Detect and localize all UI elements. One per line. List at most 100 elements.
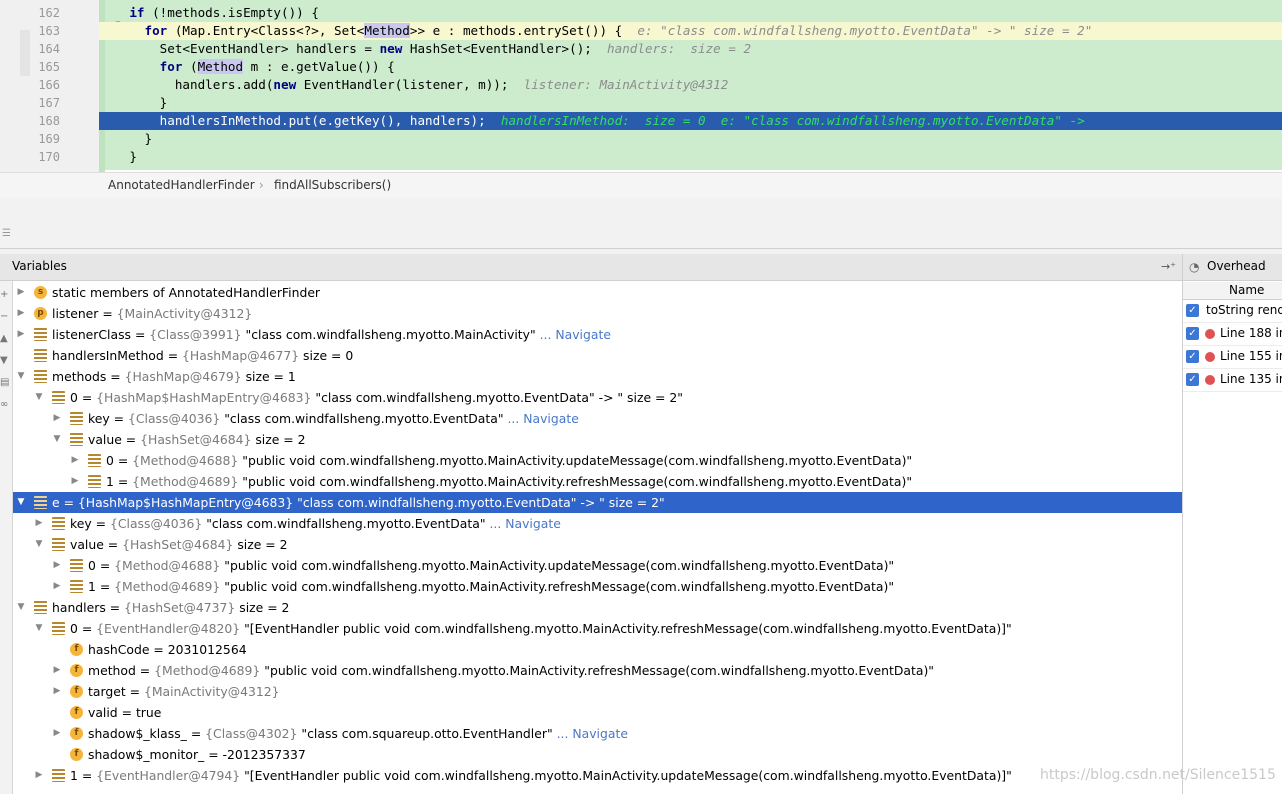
expand-arrow-icon[interactable]: ▶ <box>51 660 63 681</box>
line-number: 167 <box>38 96 60 110</box>
expand-arrow-icon[interactable]: ▶ <box>51 576 63 597</box>
variable-row[interactable]: ▼ handlers = {HashSet@4737} size = 2 <box>13 597 1182 618</box>
variable-row[interactable]: ▼ value = {HashSet@4684} size = 2 <box>13 534 1182 555</box>
expand-arrow-icon[interactable]: ▶ <box>51 681 63 702</box>
move-down-icon[interactable]: ▼ <box>0 355 8 366</box>
field-icon: f <box>70 685 83 698</box>
collapse-arrow-icon[interactable]: ▼ <box>33 618 45 639</box>
overhead-header: ◔ Overhead <box>1183 254 1282 281</box>
variable-row[interactable]: f valid = true <box>13 702 1182 723</box>
collapse-arrow-icon[interactable]: ▼ <box>51 429 63 450</box>
code-line-162[interactable]: if (!methods.isEmpty()) { <box>99 4 319 22</box>
copy-icon[interactable]: ▤ <box>0 377 9 388</box>
variable-row[interactable]: ▶ f target = {MainActivity@4312} <box>13 681 1182 702</box>
variable-value: size = 1 <box>245 369 296 384</box>
variable-row[interactable]: ▶ 0 = {Method@4688} "public void com.wind… <box>13 450 1182 471</box>
variable-value: "public void com.windfallsheng.myotto.Ma… <box>264 663 934 678</box>
add-watch-icon[interactable]: + <box>0 289 8 300</box>
variable-value: "class com.windfallsheng.myotto.EventDat… <box>206 516 486 531</box>
variables-tree[interactable]: ▶ s static members of AnnotatedHandlerFind… <box>13 281 1182 794</box>
code-editor[interactable]: 162 163 164 165 166 167 168 169 170 if (… <box>0 0 1282 172</box>
overhead-row[interactable]: ✓ toString rend <box>1183 300 1282 323</box>
overhead-row[interactable]: ✓ Line 155 in <box>1183 346 1282 369</box>
variable-row[interactable]: ▶ f shadow$_klass_ = {Class@4302} "class c… <box>13 723 1182 744</box>
checkbox-checked[interactable]: ✓ <box>1186 373 1199 386</box>
checkbox-checked[interactable]: ✓ <box>1186 304 1199 317</box>
code-area[interactable]: if (!methods.isEmpty()) { for (Map.Entry… <box>99 0 1282 172</box>
remove-watch-icon[interactable]: − <box>0 311 8 322</box>
breadcrumb-method[interactable]: findAllSubscribers() <box>274 178 391 192</box>
variable-row[interactable]: ▶ 1 = {Method@4689} "public void com.wind… <box>13 471 1182 492</box>
collapse-arrow-icon[interactable]: ▼ <box>33 534 45 555</box>
variable-row[interactable]: handlersInMethod = {HashMap@4677} size =… <box>13 345 1182 366</box>
variable-name: shadow$_klass_ <box>88 726 187 741</box>
expand-arrow-icon[interactable]: ▶ <box>51 555 63 576</box>
variable-name: value <box>70 537 104 552</box>
expand-arrow-icon[interactable]: ▶ <box>15 303 27 324</box>
collapse-arrow-icon[interactable]: ▼ <box>15 366 27 387</box>
expand-arrow-icon[interactable]: ▶ <box>15 282 27 303</box>
navigate-link[interactable]: ... Navigate <box>540 327 611 342</box>
navigate-link[interactable]: ... Navigate <box>507 411 578 426</box>
expand-arrow-icon[interactable]: ▶ <box>51 408 63 429</box>
expand-arrow-icon[interactable]: ▶ <box>51 723 63 744</box>
expand-arrow-icon[interactable]: ▶ <box>15 324 27 345</box>
collapse-arrow-icon[interactable]: ▼ <box>15 492 27 513</box>
variable-value: "public void com.windfallsheng.myotto.Ma… <box>242 453 913 468</box>
overhead-row[interactable]: ✓ Line 135 in <box>1183 369 1282 392</box>
watermark: https://blog.csdn.net/Silence1515 <box>1040 767 1276 783</box>
code-line-163[interactable]: for (Map.Entry<Class<?>, Set<Method>> e … <box>99 22 1282 40</box>
variable-row[interactable]: ▼ methods = {HashMap@4679} size = 1 <box>13 366 1182 387</box>
navigate-link[interactable]: ... Navigate <box>489 516 560 531</box>
variable-row-selected[interactable]: ▼ e = {HashMap$HashMapEntry@4683} "class … <box>13 492 1182 513</box>
variable-type: {Method@4689} <box>132 474 239 489</box>
code-line-164[interactable]: Set<EventHandler> handlers = new HashSet… <box>99 40 751 58</box>
variable-row[interactable]: ▶ 0 = {Method@4688} "public void com.wind… <box>13 555 1182 576</box>
name-column-header[interactable]: Name <box>1183 282 1282 300</box>
variable-row[interactable]: ▶ 1 = {EventHandler@4794} "[EventHandler … <box>13 765 1182 786</box>
variable-row[interactable]: ▶ p listener = {MainActivity@4312} <box>13 303 1182 324</box>
variable-row[interactable]: ▼ 0 = {EventHandler@4820} "[EventHandler … <box>13 618 1182 639</box>
variable-value: -2012357337 <box>222 747 306 762</box>
expand-arrow-icon[interactable]: ▶ <box>69 450 81 471</box>
variable-row[interactable]: ▶ s static members of AnnotatedHandlerFind… <box>13 282 1182 303</box>
expand-arrow-icon[interactable]: ▶ <box>33 765 45 786</box>
variable-row[interactable]: ▼ value = {HashSet@4684} size = 2 <box>13 429 1182 450</box>
variable-row[interactable]: ▶ f method = {Method@4689} "public void co… <box>13 660 1182 681</box>
variable-row[interactable]: ▶ key = {Class@4036} "class com.windfalls… <box>13 513 1182 534</box>
expand-arrow-icon[interactable]: ▶ <box>69 471 81 492</box>
variable-row[interactable]: f hashCode = 2031012564 <box>13 639 1182 660</box>
checkbox-checked[interactable]: ✓ <box>1186 350 1199 363</box>
drag-grip-icon[interactable]: ☰ <box>2 228 11 239</box>
navigate-link[interactable]: ... Navigate <box>557 726 628 741</box>
variable-type: {HashMap$HashMapEntry@4683} <box>96 390 312 405</box>
variable-name: key <box>88 411 110 426</box>
variable-row[interactable]: ▶ key = {Class@4036} "class com.windfalls… <box>13 408 1182 429</box>
variable-text: shadow$_klass_ = {Class@4302} "class com… <box>88 726 628 741</box>
variable-type: {HashSet@4684} <box>140 432 252 447</box>
move-up-icon[interactable]: ▲ <box>0 333 8 344</box>
overhead-row[interactable]: ✓ Line 188 in <box>1183 323 1282 346</box>
collapse-arrow-icon[interactable]: ▼ <box>15 597 27 618</box>
variable-row[interactable]: f shadow$_monitor_ = -2012357337 <box>13 744 1182 765</box>
overhead-row-label: Line 135 in <box>1220 372 1282 386</box>
variable-name: hashCode <box>88 642 150 657</box>
variable-row[interactable]: ▶ 1 = {Method@4689} "public void com.wind… <box>13 576 1182 597</box>
variable-name: valid <box>88 705 118 720</box>
variable-row[interactable]: ▶ listenerClass = {Class@3991} "class com… <box>13 324 1182 345</box>
checkbox-checked[interactable]: ✓ <box>1186 327 1199 340</box>
variable-text: 1 = {Method@4689} "public void com.windf… <box>88 579 895 594</box>
code-line-169[interactable]: } <box>99 130 153 148</box>
glasses-icon[interactable]: ∞ <box>0 399 8 410</box>
editor-gutter[interactable]: 162 163 164 165 166 167 168 169 170 <box>0 0 100 172</box>
code-line-165[interactable]: for (Method m : e.getValue()) { <box>99 58 395 76</box>
code-line-170[interactable]: } <box>99 148 137 166</box>
pin-icon[interactable]: →⁺ <box>1161 260 1176 273</box>
variable-row[interactable]: ▼ 0 = {HashMap$HashMapEntry@4683} "class … <box>13 387 1182 408</box>
code-line-168-execution-point[interactable]: handlersInMethod.put(e.getKey(), handler… <box>99 112 1282 130</box>
code-line-166[interactable]: handlers.add(new EventHandler(listener, … <box>99 76 729 94</box>
expand-arrow-icon[interactable]: ▶ <box>33 513 45 534</box>
collapse-arrow-icon[interactable]: ▼ <box>33 387 45 408</box>
breadcrumb-class[interactable]: AnnotatedHandlerFinder <box>108 178 255 192</box>
code-line-167[interactable]: } <box>99 94 168 112</box>
